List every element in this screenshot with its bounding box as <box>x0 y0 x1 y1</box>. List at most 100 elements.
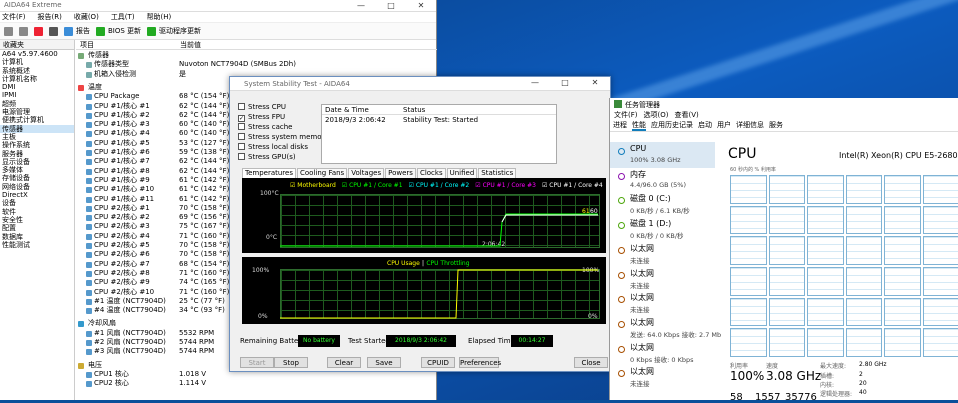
sensor-label[interactable]: 机箱入侵检测 <box>94 70 136 79</box>
graph-tab[interactable]: Voltages <box>348 168 384 178</box>
legend-item[interactable]: ☑ CPU #1 / Core #4 <box>542 182 603 189</box>
menu-tools[interactable]: 工具(T) <box>111 12 135 22</box>
sensor-label[interactable]: CPU #1/核心 #3 <box>94 120 150 129</box>
perf-item[interactable]: 以太网未连接 <box>610 290 715 316</box>
stress-option[interactable]: Stress cache <box>238 123 292 132</box>
graph-tab[interactable]: Statistics <box>478 168 516 178</box>
perf-item[interactable]: 以太网未连接 <box>610 266 715 292</box>
sensor-label[interactable]: CPU #2/核心 #3 <box>94 222 150 231</box>
perf-item[interactable]: CPU100% 3.08 GHz <box>610 142 715 168</box>
tm-menu-item[interactable]: 文件(F) <box>614 110 638 120</box>
legend-item[interactable]: ☑ CPU #1 / Core #1 <box>342 182 403 189</box>
perf-item[interactable]: 以太网0 Kbps 接收: 0 Kbps <box>610 340 715 366</box>
sensor-label[interactable]: CPU #2/核心 #9 <box>94 278 150 287</box>
driver-update-button[interactable]: 驱动程序更新 <box>147 26 201 36</box>
sst-close-button[interactable]: ✕ <box>580 77 610 89</box>
nav-item[interactable]: 软件 <box>0 208 74 216</box>
sensor-label[interactable]: CPU2 核心 <box>94 379 129 388</box>
legend-item[interactable]: ☑ Motherboard <box>290 182 336 189</box>
preferences-button[interactable]: Preferences <box>459 357 499 368</box>
nav-item[interactable]: 数据库 <box>0 233 74 241</box>
sensor-label[interactable]: CPU #2/核心 #4 <box>94 232 150 241</box>
checkbox[interactable] <box>238 143 245 150</box>
minimize-button[interactable]: — <box>346 0 376 12</box>
log-header-time[interactable]: Date & Time <box>322 105 400 114</box>
sensor-label[interactable]: CPU #2/核心 #7 <box>94 260 150 269</box>
column-item[interactable]: 项目 <box>76 40 176 49</box>
tm-tab[interactable]: 用户 <box>717 120 731 131</box>
sst-minimize-button[interactable]: — <box>520 77 550 89</box>
nav-item[interactable]: 安全性 <box>0 216 74 224</box>
graph-tab[interactable]: Cooling Fans <box>297 168 347 178</box>
bios-update-button[interactable]: BIOS 更新 <box>96 26 141 36</box>
sensor-label[interactable]: CPU #1/核心 #7 <box>94 157 150 166</box>
report-button[interactable]: 报告 <box>64 26 90 36</box>
cpuid-button[interactable]: CPUID <box>421 357 455 368</box>
checkbox[interactable] <box>238 133 245 140</box>
sensor-label[interactable]: #1 风扇 (NCT7904D) <box>94 329 166 338</box>
sensor-label[interactable]: CPU #2/核心 #10 <box>94 288 154 297</box>
stress-option[interactable]: Stress GPU(s) <box>238 153 296 162</box>
menu-help[interactable]: 帮助(H) <box>147 12 172 22</box>
sensor-label[interactable]: CPU Package <box>94 92 139 101</box>
nav-item[interactable]: 性能测试 <box>0 241 74 249</box>
sensor-label[interactable]: CPU1 核心 <box>94 370 129 379</box>
refresh-icon[interactable] <box>34 27 43 36</box>
stress-option[interactable]: Stress CPU <box>238 103 286 112</box>
tm-tab[interactable]: 应用历史记录 <box>651 120 693 131</box>
sensor-label[interactable]: 传感器类型 <box>94 60 129 69</box>
perf-item[interactable]: 内存4.4/96.0 GB (5%) <box>610 167 715 193</box>
forward-icon[interactable] <box>19 27 28 36</box>
graph-tab[interactable]: Temperatures <box>242 168 296 178</box>
sensor-label[interactable]: #4 温度 (NCT7904D) <box>94 306 166 315</box>
nav-item[interactable]: 系统概述 <box>0 67 74 75</box>
nav-item[interactable]: 存储设备 <box>0 174 74 182</box>
menu-favorites[interactable]: 收藏(O) <box>74 12 99 22</box>
tm-tab[interactable]: 启动 <box>698 120 712 131</box>
nav-item[interactable]: 主板 <box>0 133 74 141</box>
sst-close-button-bottom[interactable]: Close <box>574 357 608 368</box>
tm-tab[interactable]: 详细信息 <box>736 120 764 131</box>
stress-option[interactable]: ✓Stress FPU <box>238 113 285 122</box>
graph-tab[interactable]: Clocks <box>417 168 446 178</box>
menu-file[interactable]: 文件(F) <box>2 12 26 22</box>
nav-item[interactable]: A64 v5.97.4600 <box>0 50 74 58</box>
stop-button[interactable]: Stop <box>274 357 308 368</box>
legend-checkbox[interactable]: ☑ <box>342 182 349 189</box>
tm-menu-item[interactable]: 查看(V) <box>674 110 698 120</box>
favorites-header[interactable]: 收藏夹 <box>0 40 74 50</box>
legend-checkbox[interactable]: ☑ <box>475 182 482 189</box>
log-row[interactable]: 2018/9/3 2:06:42 Stability Test: Started <box>322 115 556 125</box>
section-header[interactable]: 温度 <box>88 83 102 92</box>
clear-button[interactable]: Clear <box>327 357 361 368</box>
graph-tab[interactable]: Powers <box>385 168 416 178</box>
log-header-status[interactable]: Status <box>400 105 425 114</box>
sensor-label[interactable]: #3 风扇 (NCT7904D) <box>94 347 166 356</box>
sensor-label[interactable]: CPU #1/核心 #6 <box>94 148 150 157</box>
sensor-label[interactable]: CPU #1/核心 #8 <box>94 167 150 176</box>
perf-item[interactable]: 以太网未连接 <box>610 241 715 267</box>
perf-item[interactable]: 磁盘 0 (C:)0 KB/秒 / 6.1 KB/秒 <box>610 191 715 217</box>
sensor-label[interactable]: CPU #2/核心 #5 <box>94 241 150 250</box>
sensor-label[interactable]: CPU #1/核心 #1 <box>94 102 150 111</box>
legend-item[interactable]: ☑ CPU #1 / Core #2 <box>409 182 470 189</box>
nav-item[interactable]: IPMI <box>0 91 74 99</box>
nav-item[interactable]: DMI <box>0 83 74 91</box>
nav-item[interactable]: 设备 <box>0 199 74 207</box>
sensor-label[interactable]: CPU #1/核心 #9 <box>94 176 150 185</box>
nav-item[interactable]: 配置 <box>0 224 74 232</box>
checkbox[interactable] <box>238 103 245 110</box>
sensor-label[interactable]: #2 风扇 (NCT7904D) <box>94 338 166 347</box>
sensor-label[interactable]: CPU #2/核心 #6 <box>94 250 150 259</box>
section-header[interactable]: 电压 <box>88 361 102 370</box>
sensor-label[interactable]: #1 温度 (NCT7904D) <box>94 297 166 306</box>
sensor-label[interactable]: CPU #2/核心 #8 <box>94 269 150 278</box>
tm-tab[interactable]: 进程 <box>613 120 627 131</box>
perf-item[interactable]: 以太网发送: 64.0 Kbps 接收: 2.7 Mb <box>610 315 715 341</box>
nav-item[interactable]: 超频 <box>0 100 74 108</box>
nav-item[interactable]: 多媒体 <box>0 166 74 174</box>
chart-icon[interactable] <box>49 27 58 36</box>
nav-item[interactable]: 操作系统 <box>0 141 74 149</box>
nav-item[interactable]: 网络设备 <box>0 183 74 191</box>
perf-item[interactable]: 以太网未连接 <box>610 364 715 390</box>
